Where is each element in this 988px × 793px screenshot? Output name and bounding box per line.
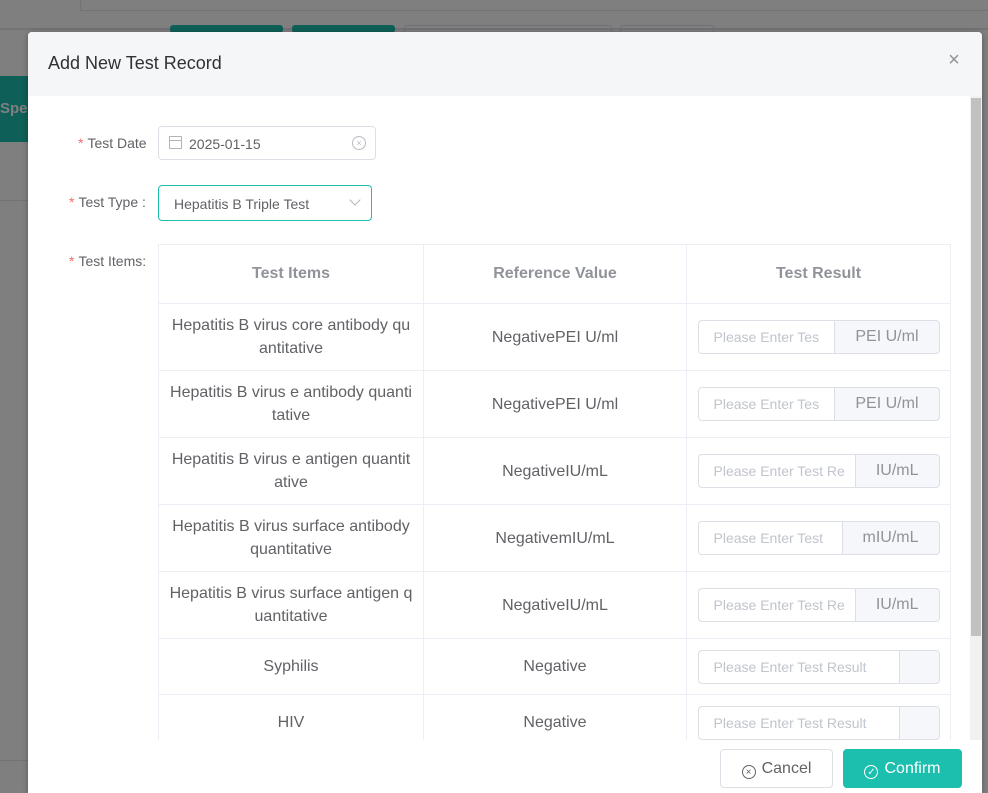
- reference-value: NegativePEI U/ml: [423, 370, 687, 438]
- dialog-header: Add New Test Record ×: [28, 32, 982, 96]
- reference-value: Negative: [423, 694, 687, 740]
- dialog-footer: × Cancel ✓ Confirm: [28, 740, 982, 793]
- unit-suffix: PEI U/ml: [834, 320, 940, 354]
- test-result-cell: Please Enter Tes PEI U/ml: [686, 303, 951, 371]
- test-item-name: Hepatitis B virus e antigen quantitative: [158, 437, 424, 505]
- test-type-label: * Test Type :: [69, 194, 146, 210]
- test-result-cell: Please Enter Test Re IU/mL: [686, 437, 951, 505]
- reference-value: NegativeIU/mL: [423, 571, 687, 639]
- test-item-name: Syphilis: [158, 638, 424, 695]
- reference-value: Negative: [423, 638, 687, 695]
- test-result-input[interactable]: Please Enter Test Result: [697, 705, 899, 740]
- scrollbar-thumb[interactable]: [971, 98, 981, 636]
- test-type-value: Hepatitis B Triple Test: [174, 196, 310, 212]
- column-header-test-items: Test Items: [158, 244, 424, 304]
- test-item-name: Hepatitis B virus surface antibody quant…: [158, 504, 424, 572]
- test-result-cell: Please Enter Test mIU/mL: [686, 504, 951, 572]
- test-item-name: Hepatitis B virus surface antigen quanti…: [158, 571, 424, 639]
- dialog-title: Add New Test Record: [48, 53, 222, 73]
- check-circle-icon: ✓: [864, 765, 879, 779]
- confirm-button[interactable]: ✓ Confirm: [843, 749, 962, 788]
- table-row: Hepatitis B virus e antibody quantitativ…: [158, 370, 951, 438]
- test-result-input[interactable]: Please Enter Test Re: [697, 588, 855, 622]
- test-result-cell: Please Enter Test Re IU/mL: [686, 571, 951, 639]
- test-result-input-group: Please Enter Tes PEI U/ml: [697, 320, 940, 354]
- column-header-reference-value: Reference Value: [423, 244, 687, 304]
- add-test-record-dialog: Add New Test Record × * Test Date 2025-01…: [28, 32, 982, 793]
- column-header-test-result: Test Result: [686, 244, 951, 304]
- table-row: HIV Negative Please Enter Test Result: [158, 694, 951, 740]
- chevron-down-icon: [349, 194, 361, 206]
- test-result-cell: Please Enter Test Result: [686, 638, 951, 695]
- unit-suffix: IU/mL: [854, 588, 940, 622]
- test-result-input-group: Please Enter Test Re IU/mL: [697, 454, 940, 488]
- unit-suffix: [898, 705, 940, 740]
- test-type-select[interactable]: Hepatitis B Triple Test: [158, 185, 372, 221]
- table-row: Hepatitis B virus surface antibody quant…: [158, 504, 951, 572]
- close-icon[interactable]: ×: [946, 50, 962, 70]
- test-item-name: Hepatitis B virus core antibody quantita…: [158, 303, 424, 371]
- unit-suffix: PEI U/ml: [834, 387, 940, 421]
- test-result-input[interactable]: Please Enter Test: [697, 521, 842, 555]
- unit-suffix: IU/mL: [854, 454, 940, 488]
- reference-value: NegativePEI U/ml: [423, 303, 687, 371]
- reference-value: NegativemIU/mL: [423, 504, 687, 572]
- test-items-table: Test Items Reference Value Test Result H…: [158, 244, 951, 740]
- dialog-body: * Test Date 2025-01-15 × * Test Type : Hep…: [28, 96, 982, 740]
- calendar-icon: [169, 136, 182, 149]
- clear-circle-icon[interactable]: ×: [352, 136, 366, 150]
- table-row: Hepatitis B virus e antigen quantitative…: [158, 437, 951, 505]
- test-result-cell: Please Enter Tes PEI U/ml: [686, 370, 951, 438]
- unit-suffix: [898, 649, 940, 684]
- test-result-input[interactable]: Please Enter Test Re: [697, 454, 855, 488]
- test-items-label: * Test Items:: [69, 253, 147, 269]
- table-row: Syphilis Negative Please Enter Test Resu…: [158, 638, 951, 695]
- test-result-input-group: Please Enter Test Result: [697, 705, 940, 740]
- test-result-input[interactable]: Please Enter Test Result: [697, 649, 899, 684]
- unit-suffix: mIU/mL: [841, 521, 940, 555]
- test-result-input[interactable]: Please Enter Tes: [697, 387, 835, 421]
- table-row: Hepatitis B virus core antibody quantita…: [158, 303, 951, 371]
- cancel-button[interactable]: × Cancel: [720, 749, 833, 788]
- test-result-cell: Please Enter Test Result: [686, 694, 951, 740]
- test-date-label: * Test Date: [78, 135, 147, 151]
- table-header-row: Test Items Reference Value Test Result: [158, 244, 951, 304]
- test-item-name: Hepatitis B virus e antibody quantitativ…: [158, 370, 424, 438]
- reference-value: NegativeIU/mL: [423, 437, 687, 505]
- test-date-value: 2025-01-15: [189, 136, 261, 152]
- cancel-circle-icon: ×: [741, 765, 756, 779]
- test-result-input-group: Please Enter Tes PEI U/ml: [697, 387, 940, 421]
- table-row: Hepatitis B virus surface antigen quanti…: [158, 571, 951, 639]
- test-result-input[interactable]: Please Enter Tes: [697, 320, 835, 354]
- test-date-picker[interactable]: 2025-01-15 ×: [158, 126, 376, 160]
- test-item-name: HIV: [158, 694, 424, 740]
- test-result-input-group: Please Enter Test Result: [697, 649, 940, 684]
- test-result-input-group: Please Enter Test mIU/mL: [697, 521, 940, 555]
- test-result-input-group: Please Enter Test Re IU/mL: [697, 588, 940, 622]
